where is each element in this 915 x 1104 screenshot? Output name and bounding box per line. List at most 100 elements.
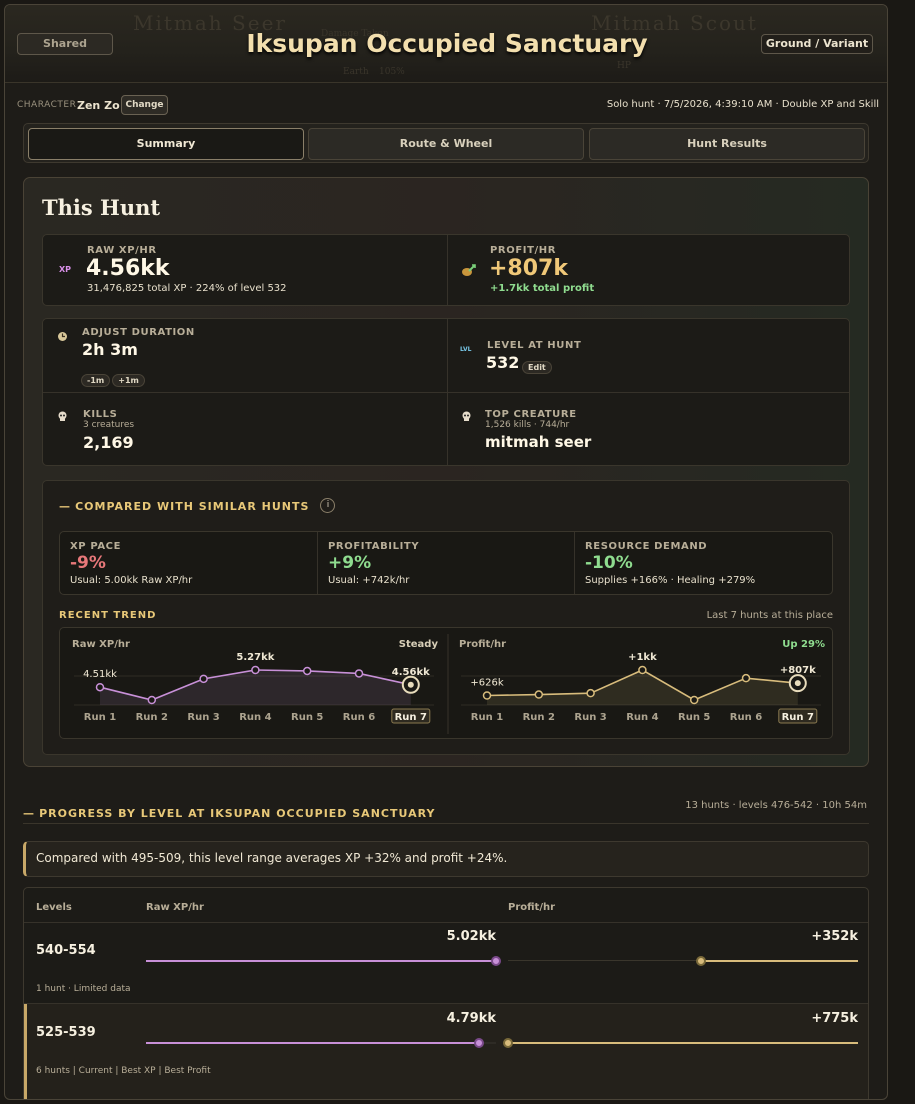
- chart-status: Steady: [399, 639, 439, 650]
- level-icon: LVL: [460, 346, 472, 353]
- banner-art-text: 105%: [379, 67, 405, 77]
- compare-section: — COMPARED WITH SIMILAR HUNTS i XP PACE …: [42, 480, 850, 755]
- xp-marker: [473, 1038, 484, 1048]
- series-area: [487, 670, 798, 705]
- divider: [574, 532, 575, 594]
- row-levels: 540-554: [36, 943, 96, 958]
- app-frame: Mitmah Seer Mitmah Scout Damage Taken Ea…: [4, 4, 888, 1100]
- tab-summary[interactable]: Summary: [28, 128, 304, 160]
- top-creature-label: TOP CREATURE: [485, 409, 577, 420]
- row-note: 1 hunt · Limited data: [36, 984, 131, 994]
- tick-label: Run 3: [574, 712, 606, 723]
- data-point: [251, 665, 260, 675]
- character-label: CHARACTER: [17, 100, 77, 110]
- col-raw-xp: Raw XP/hr: [146, 902, 204, 913]
- page-title: Iksupan Occupied Sanctuary: [246, 29, 648, 58]
- row-xp-value: 5.02kk: [446, 929, 496, 944]
- tick-label: Run 6: [343, 712, 375, 723]
- header-banner: Mitmah Seer Mitmah Scout Damage Taken Ea…: [5, 5, 887, 83]
- profit-bar: [700, 960, 858, 962]
- col-profit: Profit/hr: [508, 902, 556, 913]
- minus-minute-button[interactable]: -1m: [81, 374, 111, 387]
- data-point: [534, 690, 544, 699]
- clock-icon: [57, 331, 68, 345]
- edit-level-button[interactable]: Edit: [522, 361, 552, 374]
- trend-charts: Raw XP/hr Steady 4.51kk Run 1 Run 2 Run 3 5.27…: [59, 627, 833, 739]
- xp-pace-value: -9%: [70, 553, 106, 573]
- this-hunt-card: This Hunt XP RAW XP/HR 4.56kk 31,476,825…: [23, 177, 869, 767]
- data-point: [741, 673, 751, 683]
- row-profit-value: +775k: [811, 1011, 858, 1026]
- card-title: This Hunt: [42, 195, 161, 220]
- level-label: LEVEL AT HUNT: [487, 340, 582, 351]
- data-point: [354, 669, 364, 678]
- data-point: [638, 665, 647, 675]
- tab-hunt-results[interactable]: Hunt Results: [589, 128, 865, 160]
- xp-chart: Raw XP/hr Steady 4.51kk Run 1 Run 2 Run 3 5.27…: [72, 639, 439, 724]
- divider: [447, 235, 448, 305]
- resource-demand-sub: Supplies +166% · Healing +279%: [585, 575, 756, 586]
- progress-meta: 13 hunts · levels 476-542 · 10h 54m: [685, 800, 867, 811]
- profit-chart: Profit/hr Up 29% +626k Run 1 Run 2 Run 3 +1kk R…: [459, 639, 825, 724]
- data-point: [199, 674, 208, 684]
- xp-bar: [146, 960, 496, 962]
- info-icon[interactable]: i: [320, 498, 336, 513]
- data-point: [95, 682, 105, 692]
- progress-title: PROGRESS BY LEVEL AT IKSUPAN OCCUPIED SA…: [39, 807, 436, 820]
- row-profit-value: +352k: [811, 929, 858, 944]
- character-row: CHARACTER Zen Zo Change Solo hunt · 7/5/…: [17, 95, 879, 117]
- row-levels: 525-539: [36, 1025, 96, 1040]
- data-label: 4.51kk: [83, 669, 117, 680]
- table-row-current[interactable]: 525-539 4.79kk +775k 6 hunts | Current |…: [24, 1004, 868, 1099]
- tick-label: Run 1: [84, 712, 116, 723]
- data-point: [302, 666, 312, 676]
- compare-metrics: XP PACE -9% Usual: 5.00kk Raw XP/hr PROF…: [59, 531, 833, 595]
- detail-grid: ADJUST DURATION 2h 3m -1m +1m LVL LEVEL A…: [42, 318, 850, 466]
- duration-label: ADJUST DURATION: [82, 327, 195, 338]
- tick-label: Run 2: [523, 712, 555, 723]
- highlight-point-core: [794, 680, 801, 687]
- character-name: Zen Zo: [77, 99, 120, 112]
- tab-route-wheel[interactable]: Route & Wheel: [308, 128, 584, 160]
- profit-bar: [508, 1042, 858, 1044]
- kills-label: KILLS: [83, 409, 118, 420]
- trend-svg: Raw XP/hr Steady 4.51kk Run 1 Run 2 Run 3 5.27…: [72, 634, 825, 734]
- kills-sub: 3 creatures: [83, 420, 135, 430]
- profit-value: +807k: [489, 256, 568, 281]
- data-point: [482, 691, 492, 700]
- money-bag-icon: [461, 263, 477, 280]
- top-creature-sub: 1,526 kills · 744/hr: [485, 420, 570, 430]
- tick-label: Run 4: [626, 712, 658, 723]
- compare-header: — COMPARED WITH SIMILAR HUNTS i: [59, 495, 336, 514]
- raw-xp-label: RAW XP/HR: [87, 245, 157, 256]
- kills-value: 2,169: [83, 433, 134, 452]
- tick-label: Run 4: [239, 712, 271, 723]
- xp-bar: [146, 1042, 479, 1044]
- headline-stats: XP RAW XP/HR 4.56kk 31,476,825 total XP …: [42, 234, 850, 306]
- tick-label: Run 5: [678, 712, 710, 723]
- change-character-button[interactable]: Change: [121, 95, 168, 115]
- divider: [43, 392, 849, 393]
- row-xp-value: 4.79kk: [446, 1011, 496, 1026]
- data-point: [147, 695, 157, 705]
- tick-label: Run 1: [471, 712, 503, 723]
- chart-status: Up 29%: [782, 639, 825, 650]
- xp-icon: XP: [59, 265, 72, 274]
- profit-sub: +1.7kk total profit: [490, 283, 595, 294]
- resource-demand-value: -10%: [585, 553, 633, 573]
- tick-label: Run 5: [291, 712, 323, 723]
- xp-pace-label: XP PACE: [70, 541, 122, 552]
- level-edit: Edit: [522, 355, 554, 374]
- data-label: +626k: [470, 678, 503, 689]
- data-point: [586, 688, 595, 698]
- divider: [317, 532, 318, 594]
- variant-badge[interactable]: Ground / Variant: [761, 34, 873, 54]
- highlight-point-core: [407, 681, 414, 688]
- trend-note: Last 7 hunts at this place: [706, 610, 833, 621]
- xp-marker: [491, 956, 501, 966]
- table-row[interactable]: 540-554 5.02kk +352k 1 hunt · Limited da…: [24, 923, 868, 1003]
- plus-minute-button[interactable]: +1m: [112, 374, 145, 387]
- profitability-label: PROFITABILITY: [328, 541, 420, 552]
- tick-label: Run 7: [782, 712, 814, 723]
- level-table: Levels Raw XP/hr Profit/hr 540-554 5.02k…: [23, 887, 869, 1099]
